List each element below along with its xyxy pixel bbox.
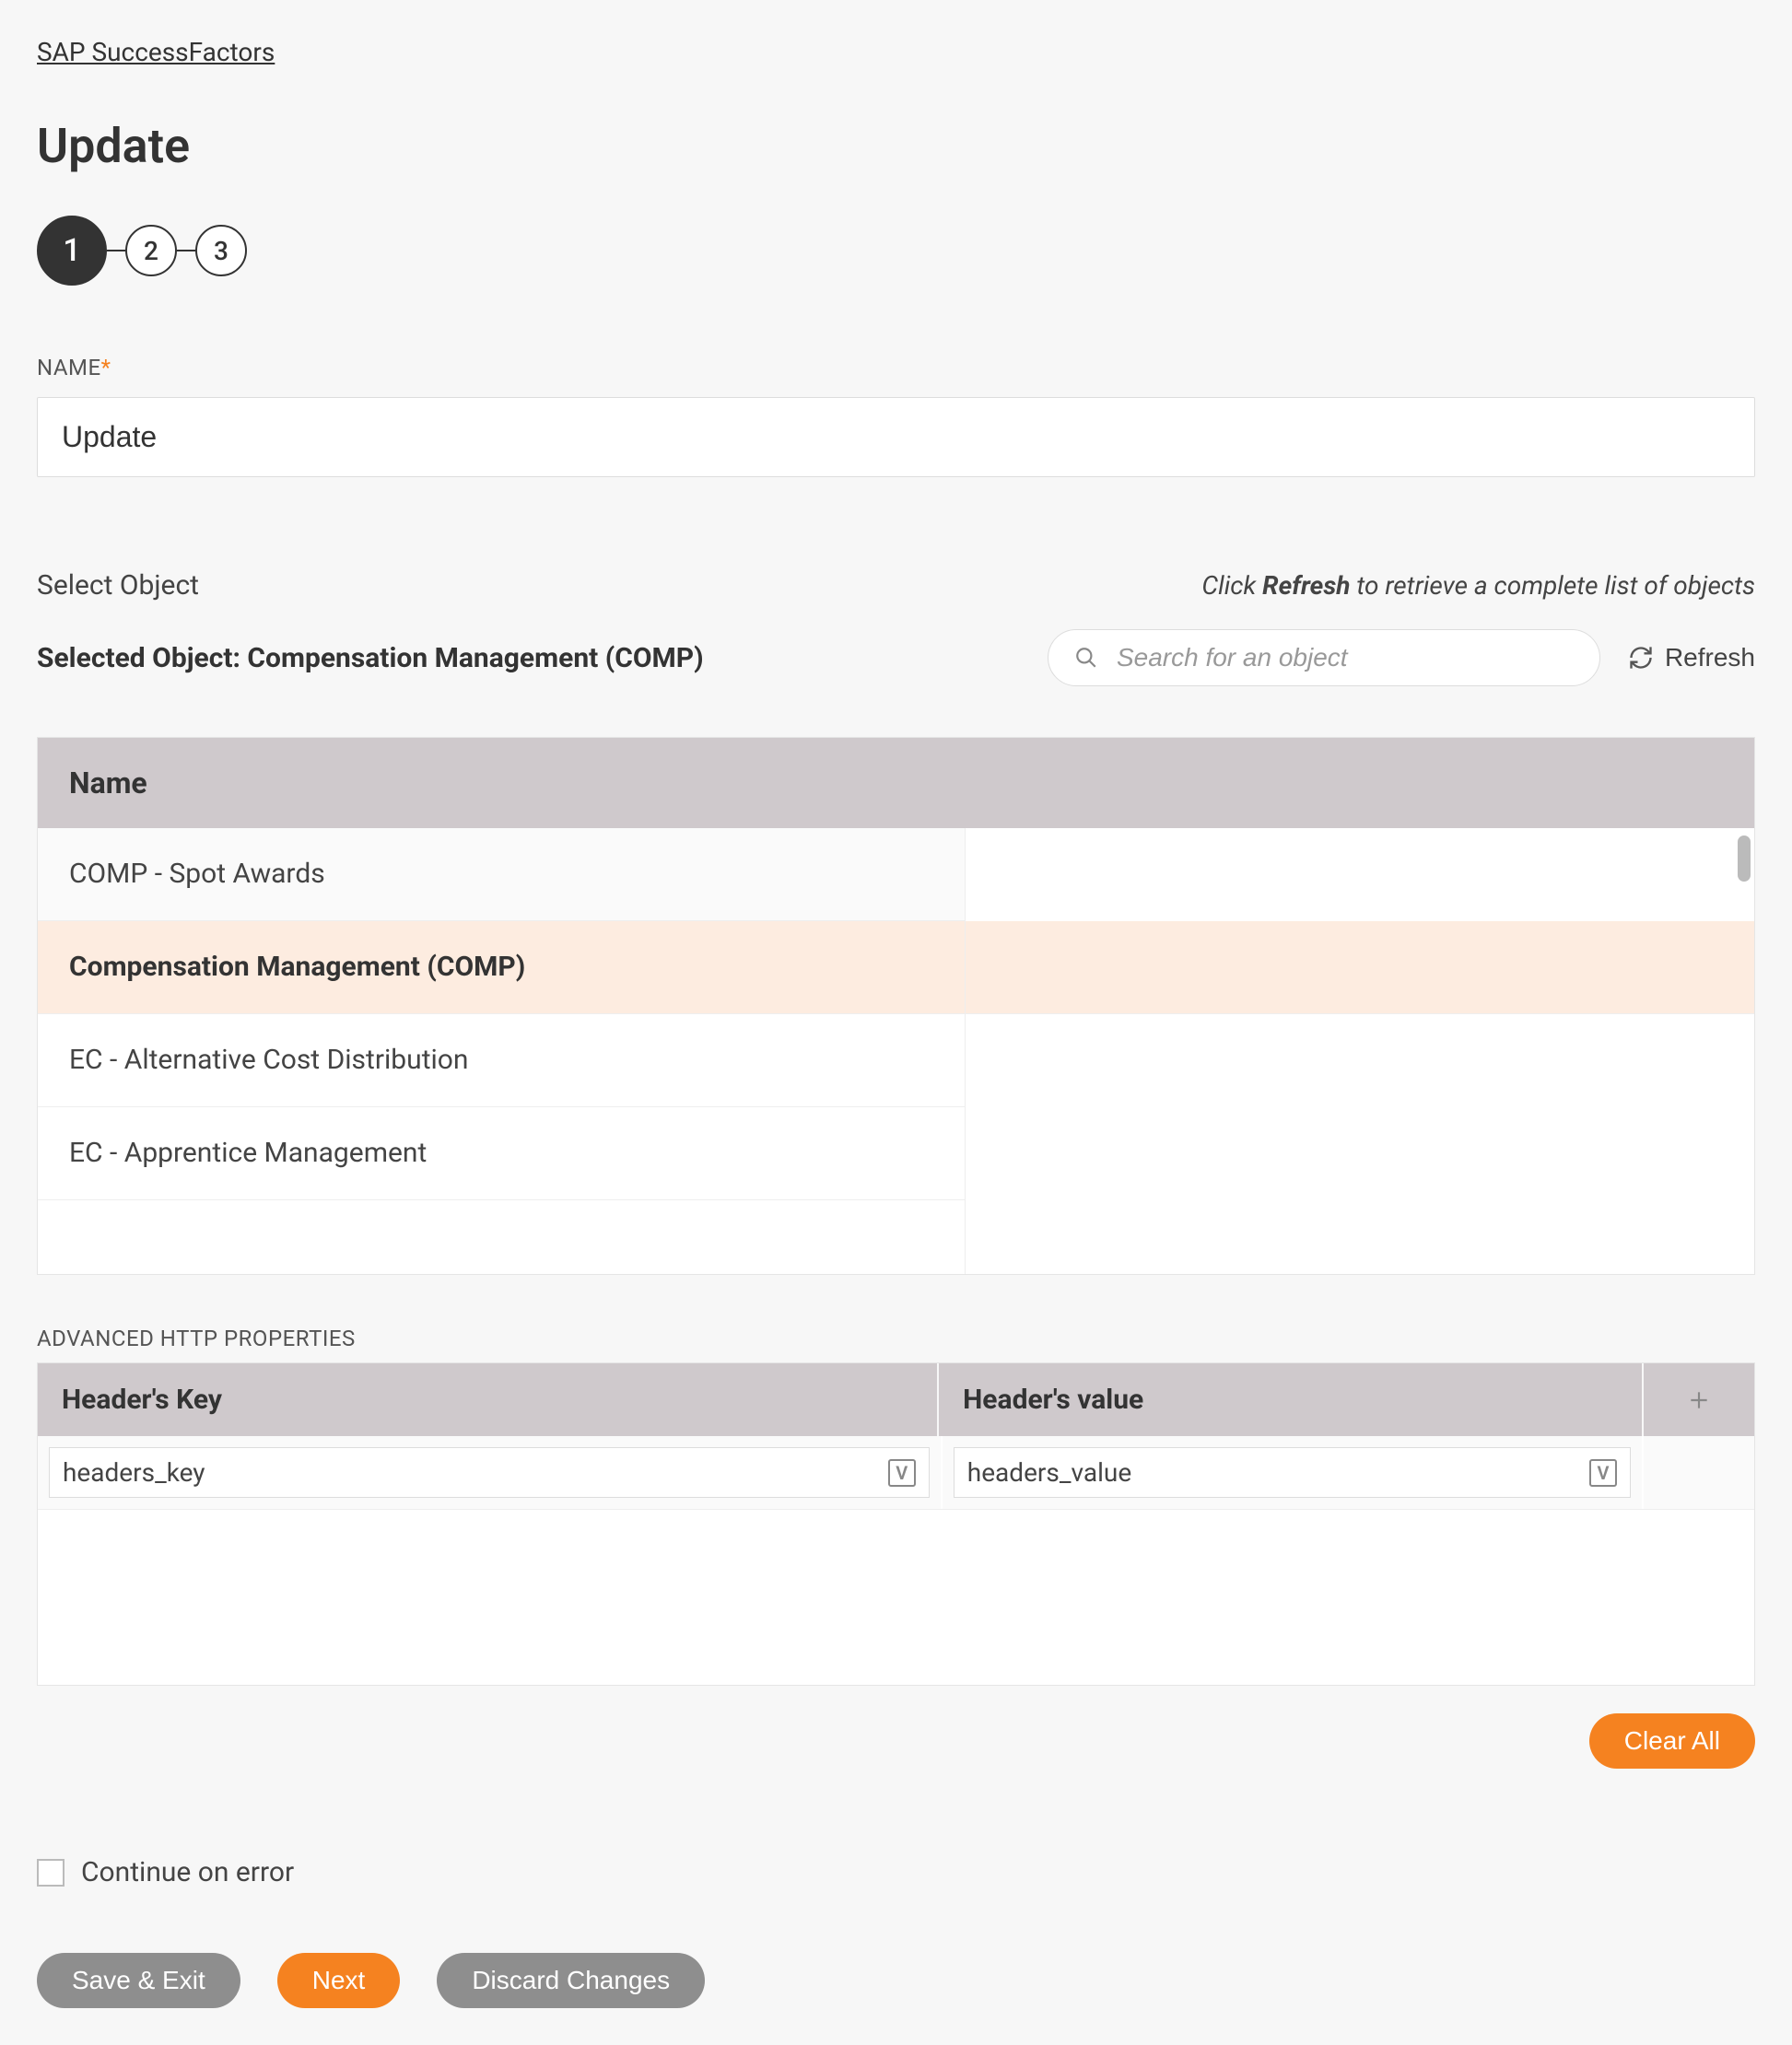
step-2[interactable]: 2	[125, 225, 177, 276]
header-value-input[interactable]: headers_value V	[954, 1447, 1631, 1498]
discard-changes-button[interactable]: Discard Changes	[437, 1953, 705, 2008]
variable-icon[interactable]: V	[1589, 1459, 1617, 1487]
plus-icon	[1687, 1388, 1711, 1412]
advanced-http-label: ADVANCED HTTP PROPERTIES	[37, 1326, 1755, 1351]
search-icon	[1074, 646, 1098, 670]
wizard-stepper: 1 2 3	[37, 216, 1755, 286]
variable-icon[interactable]: V	[888, 1459, 916, 1487]
table-row[interactable]: EC - Apprentice Management	[38, 1107, 965, 1200]
name-label: NAME*	[37, 355, 1755, 380]
column-divider	[965, 828, 966, 1274]
http-header-key-col: Header's Key	[38, 1363, 939, 1436]
http-header-value-col: Header's value	[939, 1363, 1644, 1436]
continue-on-error-checkbox[interactable]	[37, 1859, 64, 1887]
refresh-icon	[1628, 645, 1654, 671]
page-title: Update	[37, 118, 1755, 174]
breadcrumb-link[interactable]: SAP SuccessFactors	[37, 37, 275, 67]
step-connector	[177, 250, 195, 251]
step-1[interactable]: 1	[37, 216, 107, 286]
next-button[interactable]: Next	[277, 1953, 401, 2008]
http-properties-table: Header's Key Header's value headers_key …	[37, 1362, 1755, 1686]
select-object-label: Select Object	[37, 569, 199, 602]
object-table: Name COMP - Spot Awards Compensation Man…	[37, 737, 1755, 1275]
save-exit-button[interactable]: Save & Exit	[37, 1953, 240, 2008]
continue-on-error-label: Continue on error	[81, 1856, 294, 1888]
table-row[interactable]: EC - Alternative Cost Distribution	[38, 1014, 965, 1107]
step-connector	[107, 250, 125, 251]
refresh-hint: Click Refresh to retrieve a complete lis…	[1201, 570, 1755, 601]
add-header-button[interactable]	[1644, 1363, 1754, 1436]
table-row-selected[interactable]: Compensation Management (COMP)	[38, 921, 1754, 1014]
search-input[interactable]	[1117, 643, 1574, 672]
clear-all-button[interactable]: Clear All	[1589, 1713, 1755, 1769]
step-3[interactable]: 3	[195, 225, 247, 276]
header-key-input[interactable]: headers_key V	[49, 1447, 930, 1498]
name-input[interactable]	[37, 397, 1755, 477]
http-table-empty-area	[38, 1510, 1754, 1685]
selected-object-text: Selected Object: Compensation Management…	[37, 642, 1020, 674]
refresh-button[interactable]: Refresh	[1628, 643, 1755, 672]
table-row[interactable]: COMP - Spot Awards	[38, 828, 965, 921]
object-table-header-name: Name	[38, 738, 1754, 828]
scrollbar-thumb[interactable]	[1738, 836, 1751, 882]
search-container[interactable]	[1048, 629, 1600, 686]
